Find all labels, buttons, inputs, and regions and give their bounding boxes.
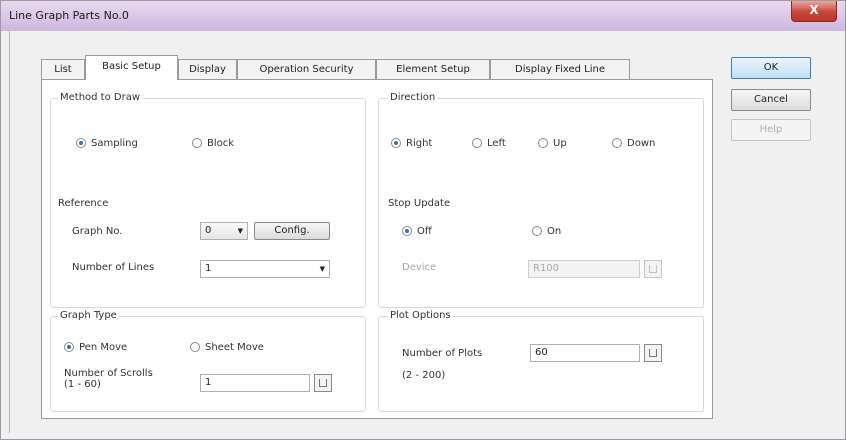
device-keypad-button[interactable] — [644, 260, 662, 278]
tab-operation-security[interactable]: Operation Security — [237, 59, 376, 79]
radio-selected-icon — [64, 342, 74, 352]
tab-element-setup[interactable]: Element Setup — [376, 59, 490, 79]
number-of-lines-label: Number of Lines — [72, 262, 155, 273]
tab-list[interactable]: List — [41, 59, 85, 79]
radio-icon — [532, 226, 542, 236]
radio-selected-icon — [76, 138, 86, 148]
direction-title: Direction — [388, 92, 438, 103]
radio-stop-on[interactable]: On — [532, 226, 561, 237]
close-icon: X — [809, 3, 819, 17]
radio-stop-off[interactable]: Off — [402, 226, 432, 237]
radio-icon — [192, 138, 202, 148]
chevron-down-icon: ▼ — [319, 265, 325, 273]
reference-title: Reference — [58, 198, 109, 209]
plots-keypad-button[interactable] — [644, 344, 662, 362]
chevron-down-icon: ▼ — [237, 227, 243, 235]
tab-display[interactable]: Display — [178, 59, 237, 79]
radio-icon — [538, 138, 548, 148]
tab-basic-setup[interactable]: Basic Setup — [85, 55, 178, 80]
close-button[interactable]: X — [791, 1, 837, 22]
radio-sheet-move[interactable]: Sheet Move — [190, 342, 264, 353]
cancel-button[interactable]: Cancel — [731, 89, 811, 111]
radio-icon — [472, 138, 482, 148]
graph-type-group — [50, 316, 366, 412]
dialog-window: Line Graph Parts No.0 X List Basic Setup… — [0, 0, 846, 440]
radio-down[interactable]: Down — [612, 138, 655, 149]
number-of-plots-field[interactable]: 60 — [530, 344, 640, 362]
window-title: Line Graph Parts No.0 — [9, 9, 129, 22]
radio-block[interactable]: Block — [192, 138, 234, 149]
title-bar[interactable]: Line Graph Parts No.0 X — [1, 1, 845, 31]
method-to-draw-title: Method to Draw — [58, 92, 143, 103]
graph-no-label: Graph No. — [72, 226, 123, 237]
radio-right[interactable]: Right — [391, 138, 432, 149]
radio-selected-icon — [391, 138, 401, 148]
plot-options-title: Plot Options — [388, 310, 453, 321]
scrolls-range-label: (1 - 60) — [64, 379, 101, 390]
number-of-plots-label: Number of Plots — [402, 348, 483, 359]
config-button[interactable]: Config. — [254, 222, 330, 240]
radio-pen-move[interactable]: Pen Move — [64, 342, 127, 353]
stop-update-title: Stop Update — [388, 198, 451, 209]
radio-up[interactable]: Up — [538, 138, 567, 149]
graph-type-title: Graph Type — [58, 310, 119, 321]
plot-options-group — [378, 316, 704, 412]
basic-setup-panel: Method to Draw Sampling Block Direction … — [41, 79, 713, 419]
graph-no-dropdown[interactable]: 0 ▼ — [200, 222, 248, 240]
keypad-icon — [319, 379, 327, 387]
radio-selected-icon — [402, 226, 412, 236]
ok-button[interactable]: OK — [731, 57, 811, 79]
scrolls-keypad-button[interactable] — [314, 374, 332, 392]
tab-display-fixed-line[interactable]: Display Fixed Line — [490, 59, 630, 79]
device-field[interactable]: R100 — [528, 260, 640, 278]
keypad-icon — [649, 265, 657, 273]
radio-left[interactable]: Left — [472, 138, 506, 149]
number-of-scrolls-field[interactable]: 1 — [200, 374, 310, 392]
keypad-icon — [649, 349, 657, 357]
plots-range-label: (2 - 200) — [402, 370, 446, 381]
help-button[interactable]: Help — [731, 119, 811, 141]
radio-icon — [612, 138, 622, 148]
number-of-lines-dropdown[interactable]: 1 ▼ — [200, 260, 330, 278]
number-of-scrolls-label: Number of Scrolls — [64, 368, 153, 379]
radio-icon — [190, 342, 200, 352]
radio-sampling[interactable]: Sampling — [76, 138, 138, 149]
device-label: Device — [402, 262, 437, 273]
